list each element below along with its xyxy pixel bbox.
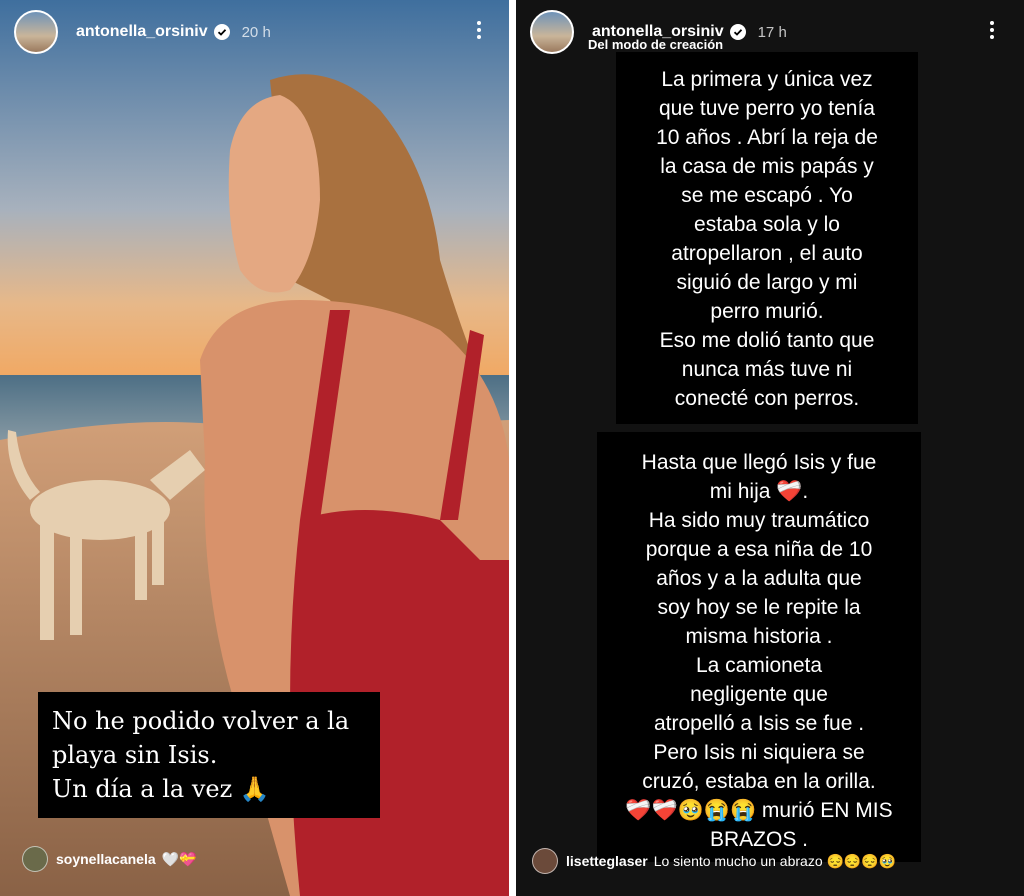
comment-text: Lo siento mucho un abrazo 😔😔😔🥹: [653, 852, 897, 869]
profile-avatar[interactable]: [14, 10, 58, 54]
left-story[interactable]: antonella_orsiniv 20 h No he podido volv…: [0, 0, 509, 896]
story-caption: No he podido volver a la playa sin Isis.…: [38, 692, 380, 818]
story-text-block: Hasta que llegó Isis y fue mi hija ❤️‍🩹.…: [597, 432, 921, 862]
profile-avatar[interactable]: [530, 10, 574, 54]
commenter-avatar: [532, 848, 558, 874]
mention-username[interactable]: soynellacanela: [56, 851, 156, 867]
story-timestamp: 17 h: [757, 23, 787, 41]
more-options-icon[interactable]: [990, 18, 994, 42]
story-username[interactable]: antonella_orsiniv: [76, 23, 208, 41]
more-options-icon[interactable]: [477, 18, 481, 42]
panel-divider: [509, 0, 516, 896]
comment-row[interactable]: lisetteglaser Lo siento mucho un abrazo …: [532, 848, 896, 874]
mention-avatar: [22, 846, 48, 872]
mention-emoji: 🤍💝: [161, 850, 197, 867]
verified-badge-icon: [729, 24, 746, 40]
commenter-username[interactable]: lisetteglaser: [566, 853, 648, 869]
mention-sticker[interactable]: soynellacanela 🤍💝: [22, 846, 197, 872]
story-text-block: La primera y única vez que tuve perro yo…: [616, 52, 918, 424]
caption-line: Un día a la vez 🙏: [52, 775, 270, 803]
story-timestamp: 20 h: [241, 23, 271, 41]
caption-line: No he podido volver a la: [52, 707, 350, 735]
story-subtitle: Del modo de creación: [588, 37, 724, 52]
story-header: antonella_orsiniv 20 h: [14, 10, 271, 54]
verified-badge-icon: [213, 24, 230, 40]
caption-line: playa sin Isis.: [52, 741, 218, 769]
